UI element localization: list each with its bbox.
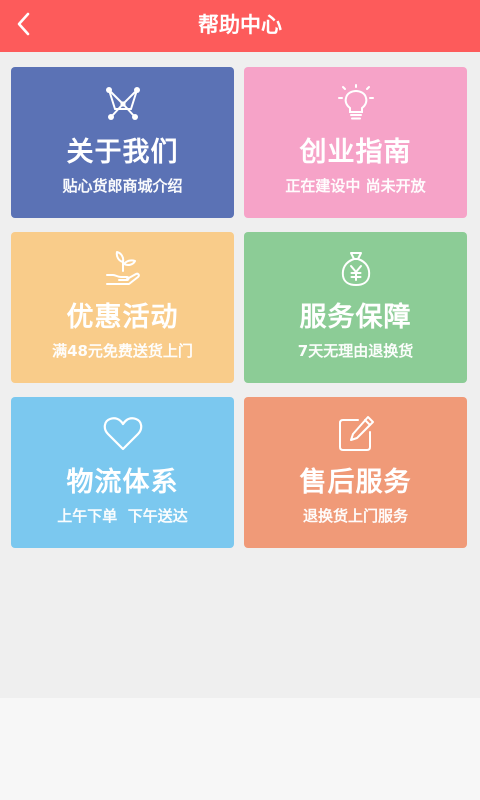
card-subtitle: 贴心货郎商城介绍 [62, 177, 183, 195]
network-nodes-icon [11, 85, 234, 123]
card-subtitle: 上午下单 下午送达 [57, 507, 188, 525]
card-title: 物流体系 [66, 467, 179, 498]
card-subtitle: 7天无理由退换货 [297, 342, 414, 360]
bottom-blank-area [0, 698, 480, 800]
page-title: 帮助中心 [198, 13, 282, 37]
card-subtitle: 满48元免费送货上门 [52, 342, 193, 360]
card-about-us[interactable]: 关于我们 贴心货郎商城介绍 [11, 67, 234, 218]
header-bar: 帮助中心 [0, 0, 480, 52]
card-title: 售后服务 [299, 467, 412, 498]
card-title: 服务保障 [299, 302, 412, 333]
plant-in-hand-icon [11, 250, 234, 288]
card-logistics[interactable]: 物流体系 上午下单 下午送达 [11, 397, 234, 548]
card-service-guarantee[interactable]: 服务保障 7天无理由退换货 [244, 232, 467, 383]
card-title: 关于我们 [66, 137, 179, 168]
heart-icon [11, 415, 234, 453]
card-title: 创业指南 [299, 137, 412, 168]
card-subtitle: 退换货上门服务 [302, 507, 408, 525]
card-subtitle: 正在建设中 尚未开放 [285, 177, 426, 195]
card-promotions[interactable]: 优惠活动 满48元免费送货上门 [11, 232, 234, 383]
card-after-sales[interactable]: 售后服务 退换货上门服务 [244, 397, 467, 548]
lightbulb-icon [244, 84, 467, 123]
help-card-grid: 关于我们 贴心货郎商城介绍 创业指南 正在建设中 尚未开放 优惠活动 满48元免… [0, 52, 480, 698]
money-bag-icon [244, 250, 467, 288]
card-title: 优惠活动 [66, 302, 179, 333]
card-startup-guide[interactable]: 创业指南 正在建设中 尚未开放 [244, 67, 467, 218]
edit-pen-icon [244, 415, 467, 453]
